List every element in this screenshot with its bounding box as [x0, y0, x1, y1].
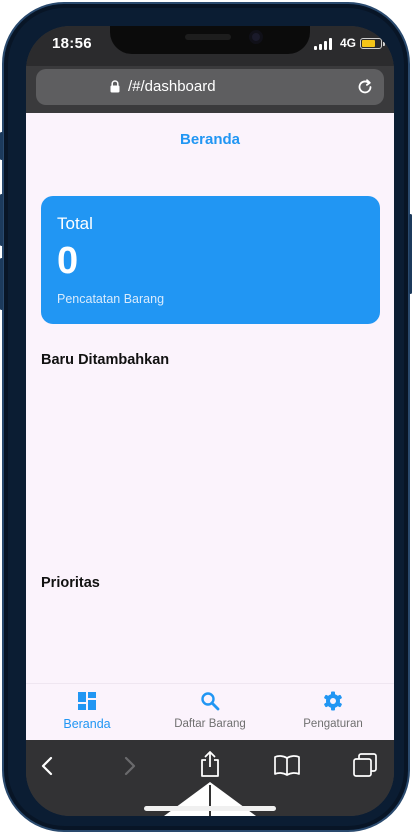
notch: [110, 26, 310, 54]
status-time: 18:56: [52, 35, 92, 52]
dashboard-icon: [78, 692, 96, 710]
total-summary-card: Total 0 Pencatatan Barang: [41, 196, 380, 324]
front-camera: [249, 30, 263, 44]
search-icon: [201, 692, 220, 711]
pointer-cursor-line: [209, 785, 211, 816]
nav-label-pengaturan: Pengaturan: [303, 718, 363, 730]
tabs-icon[interactable]: [352, 752, 378, 778]
screen: 18:56 4G /#/dashboard Beranda Total 0 Pe…: [26, 26, 394, 816]
bottom-navigation: Beranda Daftar Barang Pengaturan: [26, 683, 394, 740]
url-text: /#/dashboard: [128, 78, 216, 95]
bookmarks-icon[interactable]: [273, 753, 301, 777]
side-button-silent: [0, 132, 3, 160]
nav-item-daftar-barang[interactable]: Daftar Barang: [149, 684, 271, 741]
recent-section-title: Baru Ditambahkan: [41, 352, 170, 368]
gear-icon: [324, 691, 342, 711]
nav-label-daftar-barang: Daftar Barang: [174, 718, 246, 730]
status-bar: 18:56 4G: [26, 26, 394, 66]
card-label: Total: [57, 214, 93, 233]
forward-icon[interactable]: [119, 754, 139, 778]
browser-toolbar: [26, 740, 394, 816]
card-caption: Pencatatan Barang: [57, 292, 165, 306]
priority-section-title: Prioritas: [41, 575, 100, 591]
lock-icon: [110, 80, 120, 93]
network-type: 4G: [339, 36, 356, 50]
battery-icon: [360, 38, 385, 49]
address-bar-container: /#/dashboard: [26, 66, 394, 116]
side-button-volume-down: [0, 258, 3, 310]
address-bar[interactable]: /#/dashboard: [36, 69, 384, 105]
side-button-volume-up: [0, 194, 3, 246]
nav-item-pengaturan[interactable]: Pengaturan: [272, 684, 394, 741]
phone-frame: 18:56 4G /#/dashboard Beranda Total 0 Pe…: [0, 2, 412, 832]
dashboard-page: Beranda Total 0 Pencatatan Barang Baru D…: [26, 113, 394, 740]
back-icon[interactable]: [38, 754, 58, 778]
signal-icon: [314, 38, 332, 50]
home-indicator[interactable]: [144, 806, 276, 811]
speaker-grille: [185, 34, 231, 40]
share-icon[interactable]: [198, 750, 222, 778]
nav-item-beranda[interactable]: Beranda: [26, 684, 148, 741]
nav-label-beranda: Beranda: [63, 717, 111, 731]
card-value: 0: [57, 240, 79, 282]
page-title: Beranda: [179, 131, 241, 148]
reload-icon[interactable]: [356, 78, 374, 96]
